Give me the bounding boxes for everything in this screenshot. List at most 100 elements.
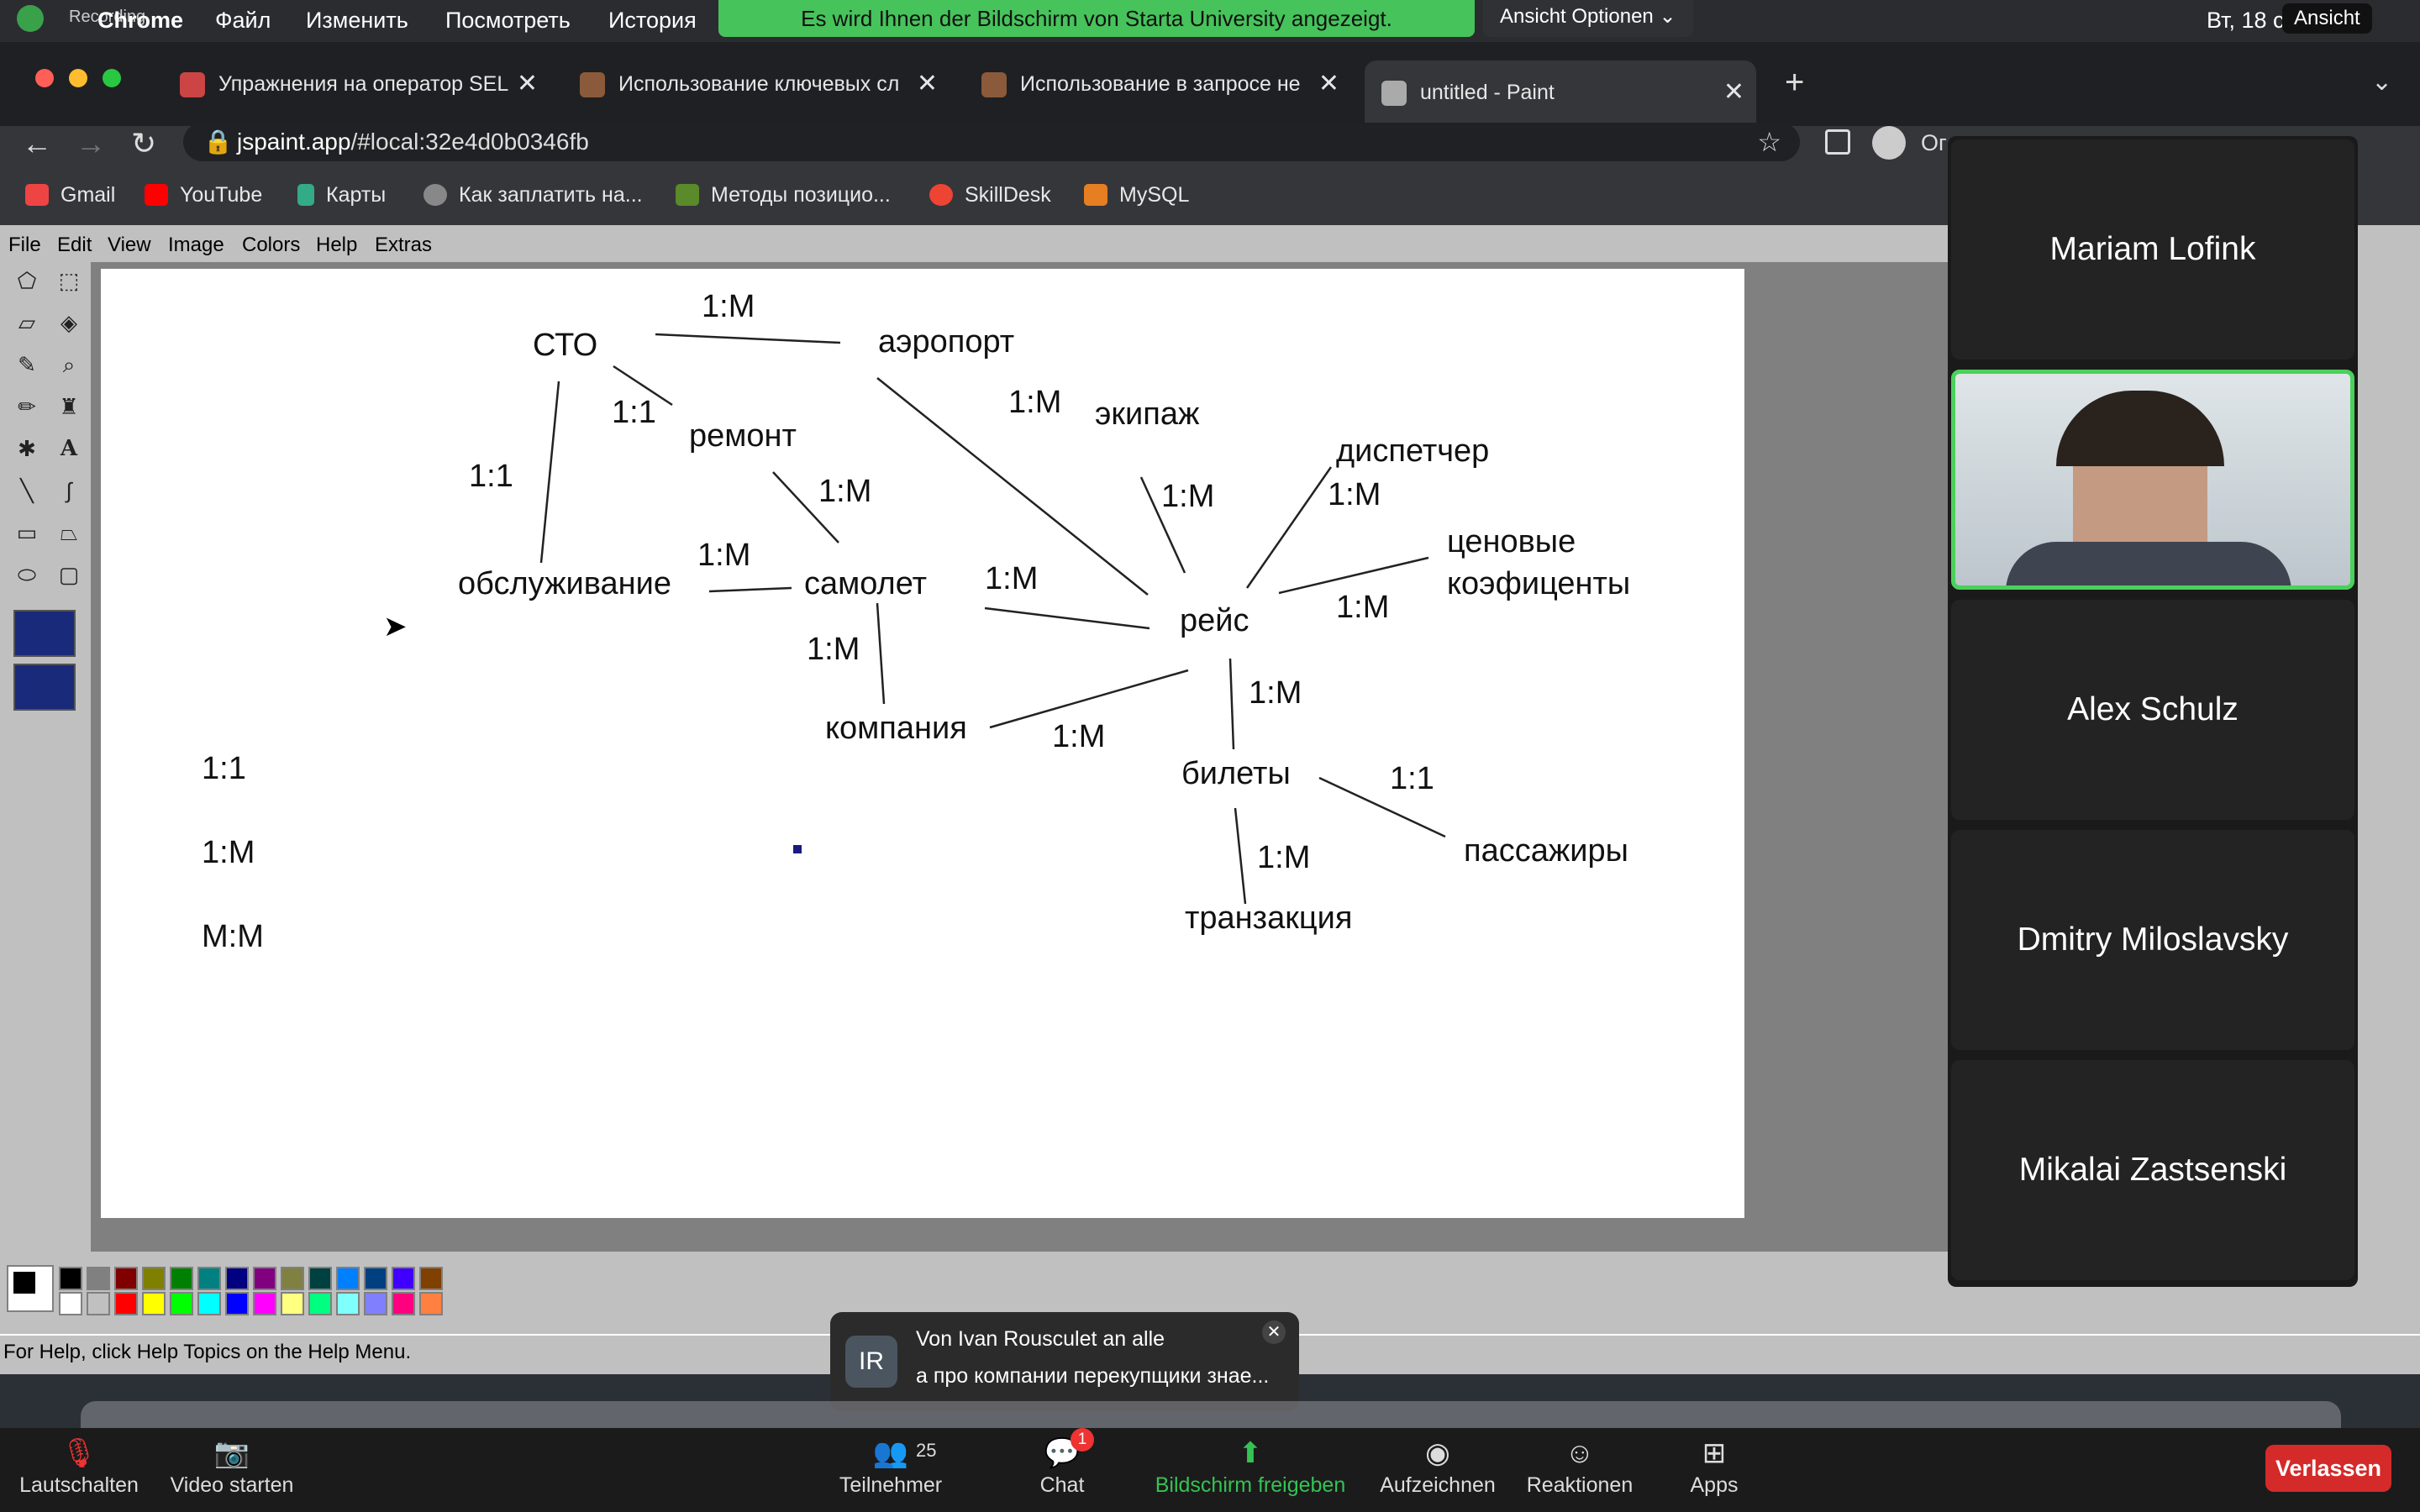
palette-swatch[interactable] — [336, 1292, 360, 1315]
palette-swatch[interactable] — [308, 1292, 332, 1315]
tab-search-chevron-icon[interactable]: ⌄ — [2371, 67, 2392, 97]
tool-option-transparent[interactable] — [13, 664, 76, 711]
palette-swatch[interactable] — [142, 1292, 166, 1315]
incognito-icon[interactable] — [1872, 126, 1906, 160]
fill-bucket-icon[interactable]: ◈ — [50, 304, 87, 341]
brush-icon[interactable]: ♜ — [50, 388, 87, 425]
menu-history[interactable]: История — [608, 8, 697, 34]
tool-option-opaque[interactable] — [13, 610, 76, 657]
drawing-canvas[interactable]: СТО аэропорт ремонт экипаж диспетчер цен… — [101, 269, 1744, 1218]
palette-swatch[interactable] — [225, 1267, 249, 1290]
palette-swatch[interactable] — [281, 1267, 304, 1290]
text-tool-icon[interactable]: A — [50, 430, 87, 467]
palette-swatch[interactable] — [59, 1267, 82, 1290]
rectangle-icon[interactable]: ▭ — [8, 514, 45, 551]
pencil-icon[interactable]: ✏ — [8, 388, 45, 425]
paint-menu-colors[interactable]: Colors — [242, 234, 300, 257]
paint-menu-image[interactable]: Image — [168, 234, 224, 257]
address-bar[interactable]: 🔒 jspaint.app/#local:32e4d0b0346fb ☆ — [183, 123, 1800, 161]
polygon-icon[interactable]: ⏢ — [50, 514, 87, 551]
tab-sql-exercises[interactable]: Упражнения на оператор SEL ✕ — [163, 62, 550, 106]
tab-paint[interactable]: untitled - Paint ✕ — [1365, 60, 1756, 126]
palette-swatch[interactable] — [308, 1267, 332, 1290]
paint-menu-file[interactable]: File — [8, 234, 41, 257]
participant-tile[interactable]: Mikalai Zastsenski — [1951, 1060, 2354, 1280]
bookmark-gmail[interactable]: Gmail — [25, 183, 115, 207]
ansicht-button[interactable]: Ansicht — [2282, 3, 2372, 34]
palette-swatch[interactable] — [59, 1292, 82, 1315]
palette-swatch[interactable] — [114, 1292, 138, 1315]
airbrush-icon[interactable]: ✱ — [8, 430, 45, 467]
curve-icon[interactable]: ∫ — [50, 472, 87, 509]
line-icon[interactable]: ╲ — [8, 472, 45, 509]
new-tab-icon[interactable]: + — [1785, 64, 1804, 102]
palette-swatch[interactable] — [253, 1267, 276, 1290]
side-panel-icon[interactable] — [1825, 129, 1850, 155]
eraser-icon[interactable]: ▱ — [8, 304, 45, 341]
reload-icon[interactable]: ↻ — [131, 126, 156, 161]
forward-arrow-icon[interactable]: → — [76, 126, 106, 161]
tab-keywords[interactable]: Использование ключевых сл ✕ — [563, 62, 950, 106]
tab-query[interactable]: Использование в запросе не ✕ — [965, 62, 1351, 106]
profile-label[interactable]: Ог — [1921, 130, 1947, 156]
participant-tile[interactable]: Dmitry Miloslavsky — [1951, 830, 2354, 1050]
bookmark-maps[interactable]: Карты — [297, 183, 386, 207]
paint-menu-view[interactable]: View — [108, 234, 151, 257]
menu-edit[interactable]: Изменить — [306, 8, 408, 34]
close-window-icon[interactable] — [35, 69, 54, 87]
color-picker-icon[interactable]: ✎ — [8, 346, 45, 383]
maximize-window-icon[interactable] — [103, 69, 121, 87]
star-icon[interactable]: ☆ — [1757, 123, 1781, 161]
paint-menu-extras[interactable]: Extras — [375, 234, 432, 257]
participant-tile[interactable]: Alex Schulz — [1951, 600, 2354, 820]
close-icon[interactable]: ✕ — [1318, 62, 1339, 106]
menu-file[interactable]: Файл — [215, 8, 271, 34]
bookmark-mysql[interactable]: MySQL — [1084, 183, 1189, 207]
palette-swatch[interactable] — [225, 1292, 249, 1315]
app-menu[interactable]: Chrome — [97, 8, 183, 34]
bookmark-positioning[interactable]: Методы позицио... — [676, 183, 891, 207]
palette-swatch[interactable] — [87, 1292, 110, 1315]
leave-button[interactable]: Verlassen — [2265, 1445, 2391, 1492]
ellipse-icon[interactable]: ⬭ — [8, 556, 45, 593]
bookmark-youtube[interactable]: YouTube — [145, 183, 262, 207]
paint-menu-edit[interactable]: Edit — [57, 234, 92, 257]
magnifier-icon[interactable]: ⌕ — [50, 346, 87, 383]
palette-swatch[interactable] — [419, 1292, 443, 1315]
back-arrow-icon[interactable]: ← — [22, 126, 52, 161]
rounded-rect-icon[interactable]: ▢ — [50, 556, 87, 593]
record-button[interactable]: ◉ Aufzeichnen — [1375, 1430, 1501, 1498]
palette-swatch[interactable] — [197, 1267, 221, 1290]
menu-view[interactable]: Посмотреть — [445, 8, 571, 34]
rect-select-icon[interactable]: ⬚ — [50, 262, 87, 299]
close-icon[interactable]: ✕ — [1262, 1320, 1286, 1344]
palette-swatch[interactable] — [419, 1267, 443, 1290]
chat-notification[interactable]: IR Von Ivan Rousculet an alle а про комп… — [830, 1312, 1299, 1411]
close-icon[interactable]: ✕ — [917, 62, 938, 106]
palette-swatch[interactable] — [114, 1267, 138, 1290]
palette-swatch[interactable] — [281, 1292, 304, 1315]
share-screen-button[interactable]: ⬆ Bildschirm freigeben — [1148, 1430, 1353, 1498]
palette-swatch[interactable] — [336, 1267, 360, 1290]
apps-button[interactable]: ⊞ Apps — [1672, 1430, 1756, 1498]
palette-swatch[interactable] — [170, 1267, 193, 1290]
bookmark-skilldesk[interactable]: SkillDesk — [929, 183, 1051, 207]
view-options-button[interactable]: Ansicht Optionen ⌄ — [1483, 0, 1693, 37]
video-button[interactable]: 📷 Video starten — [165, 1430, 299, 1498]
palette-swatch[interactable] — [364, 1267, 387, 1290]
palette-swatch[interactable] — [87, 1267, 110, 1290]
close-icon[interactable]: ✕ — [517, 62, 538, 106]
close-icon[interactable]: ✕ — [1723, 71, 1744, 114]
mute-button[interactable]: 🎙 Lautschalten — [12, 1430, 146, 1498]
palette-swatch[interactable] — [392, 1292, 415, 1315]
reactions-button[interactable]: ☺ Reaktionen — [1521, 1430, 1639, 1498]
palette-swatch[interactable] — [197, 1292, 221, 1315]
palette-swatch[interactable] — [170, 1292, 193, 1315]
palette-swatch[interactable] — [392, 1267, 415, 1290]
free-select-icon[interactable]: ⬠ — [8, 262, 45, 299]
palette-swatch[interactable] — [364, 1292, 387, 1315]
palette-swatch[interactable] — [253, 1292, 276, 1315]
paint-menu-help[interactable]: Help — [316, 234, 357, 257]
participant-tile[interactable]: Mariam Lofink — [1951, 139, 2354, 360]
bookmark-pay[interactable]: Как заплатить на... — [424, 183, 643, 207]
